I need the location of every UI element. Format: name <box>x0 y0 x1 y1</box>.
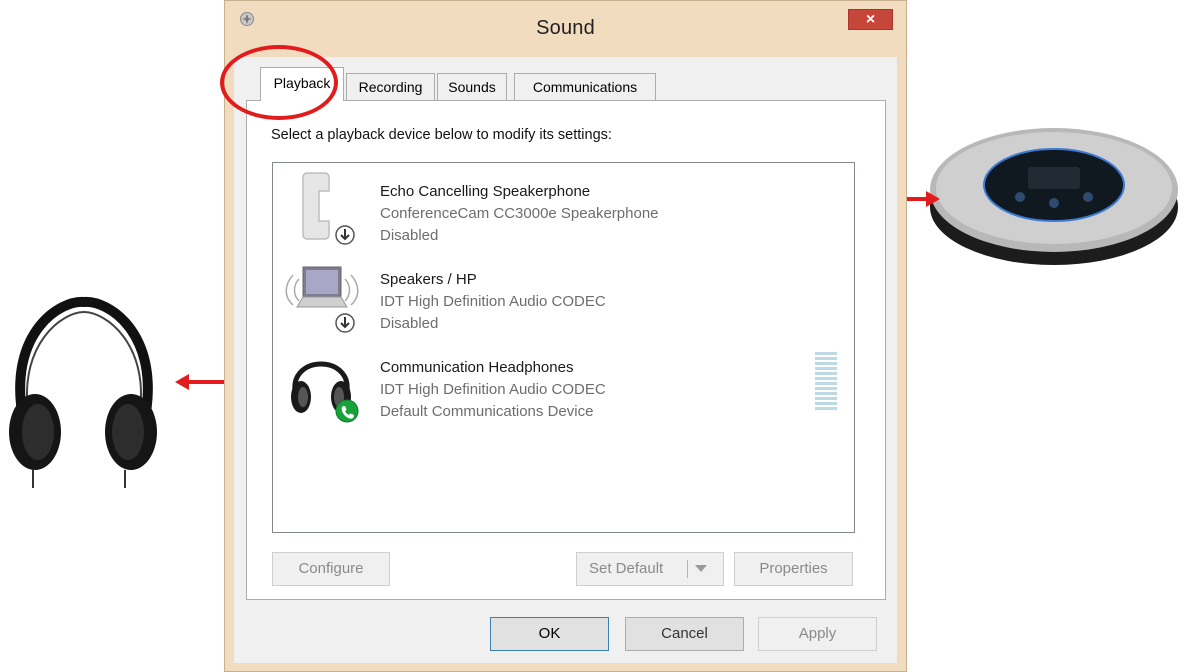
headphones-photo <box>0 292 165 490</box>
apply-button[interactable]: Apply <box>758 617 877 651</box>
device-description: IDT High Definition Audio CODEC <box>380 381 606 398</box>
properties-button[interactable]: Properties <box>734 552 853 586</box>
chevron-down-icon[interactable] <box>695 565 707 572</box>
close-button[interactable]: × <box>848 9 893 30</box>
device-name: Echo Cancelling Speakerphone <box>380 183 591 200</box>
arrow-head-left <box>175 374 189 390</box>
laptop-speakers-icon <box>279 253 365 339</box>
set-default-label: Set Default <box>589 560 664 577</box>
device-name: Communication Headphones <box>380 359 574 376</box>
window-title: Sound <box>536 17 595 39</box>
cancel-button[interactable]: Cancel <box>625 617 744 651</box>
phone-handset-icon <box>279 165 365 251</box>
list-item[interactable]: Speakers / HP IDT High Definition Audio … <box>273 253 854 339</box>
device-status: Disabled <box>380 227 439 244</box>
set-default-divider <box>687 560 688 578</box>
device-status: Default Communications Device <box>380 403 594 420</box>
tab-sounds[interactable]: Sounds <box>437 73 507 100</box>
configure-button[interactable]: Configure <box>272 552 390 586</box>
title-bar[interactable]: Sound × <box>225 1 906 39</box>
ok-button[interactable]: OK <box>490 617 609 651</box>
list-item[interactable]: Communication Headphones IDT High Defini… <box>273 341 854 427</box>
list-item[interactable]: Echo Cancelling Speakerphone ConferenceC… <box>273 165 854 251</box>
device-description: ConferenceCam CC3000e Speakerphone <box>380 205 659 222</box>
device-list[interactable]: Echo Cancelling Speakerphone ConferenceC… <box>272 162 855 533</box>
device-status: Disabled <box>380 315 439 332</box>
volume-level-meter <box>815 352 837 412</box>
device-description: IDT High Definition Audio CODEC <box>380 293 606 310</box>
headphones-icon <box>279 341 365 427</box>
device-name: Speakers / HP <box>380 271 477 288</box>
dialog-client: Playback Recording Sounds Communications… <box>234 57 897 663</box>
speakerphone-photo <box>928 115 1180 270</box>
tab-recording[interactable]: Recording <box>346 73 435 100</box>
set-default-button[interactable]: Set Default <box>576 552 724 586</box>
highlight-circle <box>220 45 338 120</box>
playback-panel: Select a playback device below to modify… <box>246 100 886 600</box>
arrow-head-right <box>926 191 940 207</box>
tab-communications[interactable]: Communications <box>514 73 656 100</box>
instruction-text: Select a playback device below to modify… <box>271 127 612 143</box>
close-icon: × <box>865 11 876 28</box>
